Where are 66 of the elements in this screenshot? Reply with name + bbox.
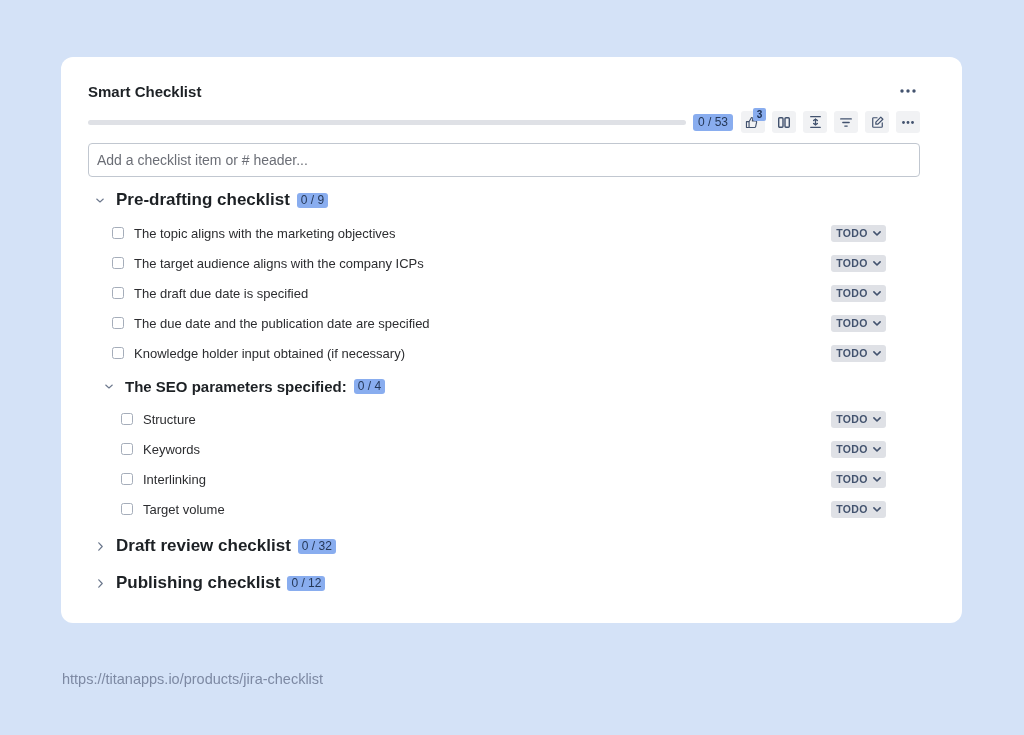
chevron-down-icon <box>872 476 881 482</box>
status-dropdown[interactable]: TODO <box>831 470 886 488</box>
chevron-down-icon <box>872 350 881 356</box>
section-count-badge: 0 / 9 <box>296 192 329 208</box>
progress-count-badge: 0 / 53 <box>692 113 733 131</box>
status-dropdown[interactable]: TODO <box>831 254 886 272</box>
chevron-right-icon[interactable] <box>97 578 103 588</box>
chevron-down-icon[interactable] <box>105 383 113 389</box>
pencil-icon <box>870 115 884 129</box>
item-text: The draft due date is specified <box>134 285 309 301</box>
checkbox[interactable] <box>121 413 133 425</box>
item-text: The topic aligns with the marketing objectives <box>134 225 396 241</box>
votes-button[interactable]: 3 <box>741 111 765 133</box>
item-text: Target volume <box>143 501 225 517</box>
status-dropdown[interactable]: TODO <box>831 314 886 332</box>
filter-button[interactable] <box>834 111 858 133</box>
chevron-down-icon <box>872 230 881 236</box>
edit-button[interactable] <box>865 111 889 133</box>
section-title: Publishing checklist <box>116 573 281 593</box>
chevron-down-icon <box>872 260 881 266</box>
section-count-badge: 0 / 4 <box>353 378 386 394</box>
url-text: https://titanapps.io/products/jira-checklist <box>62 671 324 687</box>
status-dropdown[interactable]: TODO <box>831 440 886 458</box>
checkbox[interactable] <box>121 443 133 455</box>
status-dropdown[interactable]: TODO <box>831 410 886 428</box>
chevron-right-icon[interactable] <box>97 541 103 551</box>
more-icon <box>902 120 914 124</box>
item-text: Interlinking <box>143 471 206 487</box>
status-dropdown[interactable]: TODO <box>831 500 886 518</box>
chevron-down-icon <box>872 416 881 422</box>
checklist-input[interactable]: Add a checklist item or # header... <box>88 143 920 177</box>
status-dropdown[interactable]: TODO <box>831 344 886 362</box>
checkbox[interactable] <box>112 287 124 299</box>
checkbox[interactable] <box>121 473 133 485</box>
section-title: The SEO parameters specified: <box>125 377 347 395</box>
card-title: Smart Checklist <box>88 82 202 100</box>
status-dropdown[interactable]: TODO <box>831 284 886 302</box>
checkbox[interactable] <box>112 317 124 329</box>
section-title: Draft review checklist <box>116 536 291 556</box>
columns-button[interactable] <box>772 111 796 133</box>
chevron-down-icon <box>872 446 881 452</box>
section-count-badge: 0 / 12 <box>287 575 326 591</box>
vote-count-badge: 3 <box>753 108 766 121</box>
expand-button[interactable] <box>803 111 827 133</box>
more-button[interactable] <box>896 111 920 133</box>
chevron-down-icon <box>872 506 881 512</box>
checkbox[interactable] <box>112 347 124 359</box>
section-title: Pre-drafting checklist <box>116 190 290 210</box>
expand-vertical-icon <box>809 116 821 128</box>
status-dropdown[interactable]: TODO <box>831 224 886 242</box>
chevron-down-icon[interactable] <box>96 197 104 203</box>
checkbox[interactable] <box>121 503 133 515</box>
checkbox[interactable] <box>112 257 124 269</box>
more-icon[interactable] <box>900 89 916 93</box>
checkbox[interactable] <box>112 227 124 239</box>
columns-icon <box>778 116 790 128</box>
item-text: The due date and the publication date are specified <box>134 315 430 331</box>
thumbs-up-icon <box>745 115 758 129</box>
item-text: Structure <box>143 411 196 427</box>
item-text: Knowledge holder input obtained (if necessary) <box>134 345 405 361</box>
item-text: Keywords <box>143 441 201 457</box>
chevron-down-icon <box>872 290 881 296</box>
item-text: The target audience aligns with the company ICPs <box>134 255 424 271</box>
section-count-badge: 0 / 32 <box>297 538 336 554</box>
filter-icon <box>840 117 852 127</box>
chevron-down-icon <box>872 320 881 326</box>
